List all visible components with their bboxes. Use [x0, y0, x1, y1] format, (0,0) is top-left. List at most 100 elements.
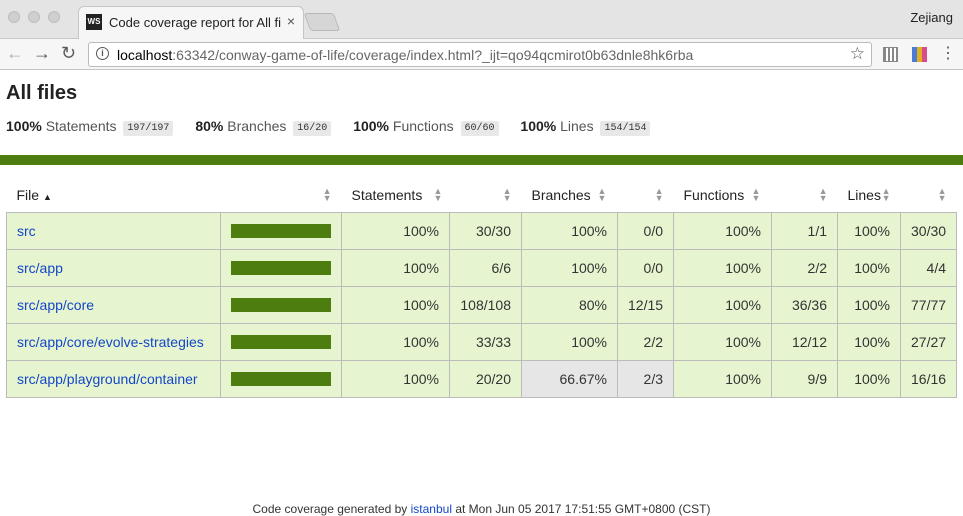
summary-pct: 100%	[353, 118, 390, 134]
coverage-bar-cell	[220, 360, 342, 398]
branches-fraction-cell: 2/2	[617, 323, 674, 361]
column-header-functions-raw[interactable]: ▲ ▼	[772, 178, 838, 213]
column-header-branches[interactable]: Branches ▲ ▼	[522, 178, 618, 213]
coverage-bar-track	[231, 224, 331, 238]
new-tab-button[interactable]	[303, 13, 341, 31]
file-cell: src/app/playground/container	[6, 360, 221, 398]
column-header-branches-raw[interactable]: ▲ ▼	[618, 178, 674, 213]
functions-fraction-cell: 1/1	[771, 212, 838, 250]
branches-fraction-cell: 0/0	[617, 212, 674, 250]
file-cell: src/app/core	[6, 286, 221, 324]
coverage-bar	[231, 372, 331, 386]
webstorm-favicon-icon: WS	[86, 14, 102, 30]
browser-tab[interactable]: WS Code coverage report for All files ×	[78, 6, 304, 39]
summary-pct: 80%	[195, 118, 224, 134]
column-header-functions[interactable]: Functions ▲ ▼	[674, 178, 772, 213]
branches-pct-cell: 100%	[521, 249, 618, 287]
tab-title: Code coverage report for All files	[109, 15, 281, 30]
column-header-lines[interactable]: Lines ▲ ▼	[838, 178, 901, 213]
lines-fraction-cell: 30/30	[900, 212, 957, 250]
window-minimize-button[interactable]	[28, 11, 40, 23]
table-row: src 100% 30/30 100% 0/0 100% 1/1 100% 30/30	[6, 212, 957, 250]
tab-close-icon[interactable]: ×	[287, 13, 295, 29]
profile-name[interactable]: Zejiang	[910, 10, 953, 25]
statements-fraction-cell: 108/108	[449, 286, 522, 324]
branches-pct-cell: 80%	[521, 286, 618, 324]
coverage-bar-track	[231, 335, 331, 349]
statements-pct-cell: 100%	[341, 249, 450, 287]
file-cell: src/app	[6, 249, 221, 287]
branches-fraction-cell: 2/3	[617, 360, 674, 398]
summary-fraction-badge: 60/60	[460, 121, 499, 136]
summary-functions: 100% Functions 60/60	[353, 118, 499, 136]
column-header-statements-raw[interactable]: ▲ ▼	[450, 178, 522, 213]
coverage-bar-cell	[220, 323, 342, 361]
qr-extension-icon[interactable]	[883, 47, 898, 62]
functions-pct-cell: 100%	[673, 360, 772, 398]
report-footer: Code coverage generated by istanbul at M…	[0, 502, 963, 516]
file-link[interactable]: src/app/core	[17, 297, 94, 313]
sort-icon: ▲ ▼	[818, 186, 828, 203]
column-header-statements[interactable]: Statements ▲ ▼	[342, 178, 450, 213]
coverage-summary: 100% Statements 197/197 80% Branches 16/…	[6, 118, 668, 136]
menu-dots-icon[interactable]: ⋮	[940, 44, 956, 64]
functions-pct-cell: 100%	[673, 249, 772, 287]
page-title: All files	[6, 82, 78, 104]
file-link[interactable]: src/app/playground/container	[17, 371, 198, 387]
column-header-lines-raw[interactable]: ▲ ▼	[901, 178, 957, 213]
branches-fraction-cell: 0/0	[617, 249, 674, 287]
coverage-bar	[231, 224, 331, 238]
istanbul-link[interactable]: istanbul	[411, 502, 452, 516]
coverage-status-bar	[0, 155, 963, 165]
file-link[interactable]: src/app/core/evolve-strategies	[17, 334, 204, 350]
coverage-bar-cell	[220, 249, 342, 287]
lines-pct-cell: 100%	[837, 212, 901, 250]
file-cell: src	[6, 212, 221, 250]
extension-icon[interactable]	[912, 47, 927, 62]
window-close-button[interactable]	[8, 11, 20, 23]
coverage-table: File ▲ ▲ ▼ Statements ▲ ▼ ▲ ▼ Branches ▲ ▼ ▲ ▼ …	[6, 178, 957, 398]
footer-timestamp: at Mon Jun 05 2017 17:51:55 GMT+0800 (CS…	[455, 502, 711, 516]
back-icon[interactable]: ←	[6, 42, 24, 64]
coverage-bar-track	[231, 261, 331, 275]
branches-pct-cell: 66.67%	[521, 360, 618, 398]
forward-icon[interactable]: →	[33, 42, 51, 64]
sort-icon: ▲ ▼	[502, 186, 512, 203]
statements-fraction-cell: 6/6	[449, 249, 522, 287]
file-link[interactable]: src/app	[17, 260, 63, 276]
file-link[interactable]: src	[17, 223, 36, 239]
functions-fraction-cell: 2/2	[771, 249, 838, 287]
sort-icon: ▲ ▼	[433, 186, 443, 203]
lines-pct-cell: 100%	[837, 249, 901, 287]
summary-fraction-badge: 197/197	[123, 121, 174, 136]
address-bar[interactable]: i localhost:63342/conway-game-of-life/co…	[88, 42, 872, 67]
sort-icon: ▲ ▼	[937, 186, 947, 203]
coverage-bar-cell	[220, 286, 342, 324]
statements-fraction-cell: 20/20	[449, 360, 522, 398]
functions-pct-cell: 100%	[673, 212, 772, 250]
table-row: src/app/core/evolve-strategies 100% 33/33 1…	[6, 323, 957, 361]
summary-statements: 100% Statements 197/197	[6, 118, 174, 136]
branches-pct-cell: 100%	[521, 323, 618, 361]
coverage-bar-cell	[220, 212, 342, 250]
functions-fraction-cell: 12/12	[771, 323, 838, 361]
lines-pct-cell: 100%	[837, 323, 901, 361]
summary-label: Branches	[227, 118, 287, 134]
window-zoom-button[interactable]	[48, 11, 60, 23]
column-header-file-bar[interactable]: ▲ ▼	[221, 178, 342, 213]
coverage-bar	[231, 298, 331, 312]
summary-pct: 100%	[520, 118, 557, 134]
bookmark-star-icon[interactable]: ☆	[850, 44, 865, 64]
summary-branches: 80% Branches 16/20	[195, 118, 332, 136]
summary-label: Functions	[392, 118, 454, 134]
sort-icon: ▲ ▼	[322, 186, 332, 203]
lines-fraction-cell: 4/4	[900, 249, 957, 287]
tab-strip: WS Code coverage report for All files × …	[0, 0, 963, 39]
info-icon[interactable]: i	[96, 47, 109, 60]
url-text[interactable]: localhost:63342/conway-game-of-life/cove…	[117, 47, 693, 63]
summary-pct: 100%	[6, 118, 42, 134]
branches-fraction-cell: 12/15	[617, 286, 674, 324]
reload-icon[interactable]: ↻	[61, 42, 76, 64]
column-header-file[interactable]: File ▲	[7, 178, 221, 213]
sort-icon: ▲ ▼	[597, 186, 607, 203]
